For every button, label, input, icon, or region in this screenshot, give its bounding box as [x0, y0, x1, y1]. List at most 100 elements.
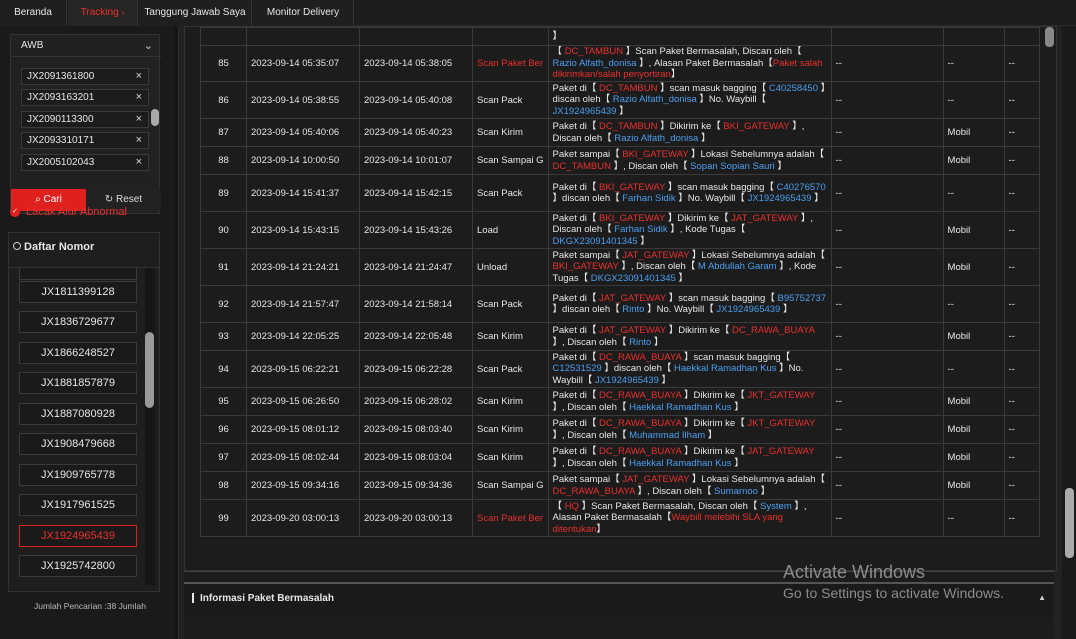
table-cell: -- — [1003, 499, 1040, 537]
page-scrollbar[interactable] — [1062, 26, 1076, 639]
checkbox-label: Lacak Alur Abnormal — [26, 206, 127, 218]
link-text[interactable]: JX1924965439 — [595, 375, 659, 386]
chip-label: JX2091361800 — [27, 71, 95, 82]
tab-monitor-delivery[interactable]: Monitor Delivery — [253, 0, 354, 26]
link-text[interactable]: Razio Alfath_donisa — [613, 94, 697, 105]
close-icon[interactable]: × — [136, 155, 142, 170]
table-row[interactable]: 89 2023-09-14 15:41:37 2023-09-14 15:42:15… — [200, 174, 1040, 212]
tracking-table-container: 】 85 2023-09-14 05:35:07 2023-09-14 05:38:0… — [184, 26, 1057, 571]
link-text[interactable]: Haekkal Ramadhan Kus — [629, 402, 731, 413]
table-scrollbar[interactable] — [1042, 27, 1056, 570]
table-row[interactable]: 94 2023-09-15 06:22:21 2023-09-15 06:22:28… — [200, 350, 1040, 388]
table-cell: -- — [942, 81, 1005, 119]
table-row[interactable]: 96 2023-09-15 08:01:12 2023-09-15 08:03:40… — [200, 415, 1040, 444]
location-text: HQ — [564, 500, 579, 512]
table-cell: Mobil — [942, 248, 1005, 286]
table-cell — [359, 27, 473, 46]
section-title: Informasi Paket Bermasalah — [192, 593, 334, 604]
close-icon[interactable]: × — [136, 90, 142, 105]
link-text[interactable]: Razio Alfath_donisa — [553, 58, 637, 69]
list-item[interactable]: JX1887080928 — [19, 403, 137, 425]
list-item-label: JX1909765778 — [40, 469, 115, 481]
link-text[interactable]: JX1924965439 — [748, 193, 812, 204]
link-text[interactable]: Razio Alfath_donisa — [614, 133, 698, 144]
number-list-scrollbar[interactable] — [145, 268, 155, 585]
chip-scrollbar[interactable] — [151, 109, 159, 126]
ket-fragment: Paket di【 — [552, 181, 600, 193]
row-number-cell: 91 — [200, 248, 247, 286]
table-row[interactable]: 85 2023-09-14 05:35:07 2023-09-14 05:38:05… — [200, 45, 1040, 82]
table-row[interactable]: 95 2023-09-15 06:26:50 2023-09-15 06:28:02… — [200, 387, 1040, 416]
row-number-cell: 99 — [200, 499, 247, 537]
ket-fragment: 】, Alasan Paket Bermasalah【 — [636, 57, 773, 69]
list-item[interactable]: JX1925742800 — [19, 555, 137, 577]
link-text[interactable]: JX1924965439 — [553, 106, 617, 117]
table-row[interactable]: 86 2023-09-14 05:38:55 2023-09-14 05:40:08… — [200, 81, 1040, 119]
list-item-selected[interactable]: JX1924965439 — [19, 525, 137, 547]
table-scroll-thumb[interactable] — [1045, 27, 1054, 47]
ket-fragment: 】 — [596, 523, 606, 535]
awb-chip: JX2090113300 × — [21, 111, 149, 128]
link-text[interactable]: Farhan Sidik — [622, 193, 675, 204]
link-text[interactable]: System — [760, 501, 792, 512]
link-text[interactable]: Rinto — [629, 337, 651, 348]
table-row[interactable]: 92 2023-09-14 21:57:47 2023-09-14 21:58:14… — [200, 285, 1040, 323]
link-text[interactable]: Farhan Sidik — [614, 224, 667, 235]
table-row[interactable]: 93 2023-09-14 22:05:25 2023-09-14 22:05:48… — [200, 322, 1040, 351]
link-text[interactable]: B95752737 — [777, 293, 826, 304]
table-row[interactable]: 87 2023-09-14 05:40:06 2023-09-14 05:40:23… — [200, 118, 1040, 147]
page-scroll-thumb[interactable] — [1065, 488, 1074, 558]
list-item[interactable]: JX1866248527 — [19, 342, 137, 364]
link-text[interactable]: Haekkal Ramadhan Kus — [629, 458, 731, 469]
close-icon[interactable]: × — [136, 69, 142, 84]
status-cell: Unload — [472, 248, 549, 286]
link-text[interactable]: JX1924965439 — [716, 304, 780, 315]
table-row[interactable]: 90 2023-09-14 15:43:15 2023-09-14 15:43:26… — [200, 211, 1040, 249]
tab-beranda[interactable]: Beranda — [0, 0, 67, 26]
link-text[interactable]: C40276570 — [777, 182, 826, 193]
table-cell: -- — [1003, 471, 1040, 500]
link-text[interactable]: Sopan Sopian Sauri — [690, 161, 775, 172]
table-row[interactable]: 88 2023-09-14 10:00:50 2023-09-14 10:01:07… — [200, 146, 1040, 175]
close-icon[interactable]: × — [136, 133, 142, 148]
table-cell — [246, 27, 360, 46]
number-list-title-text: Daftar Nomor — [24, 241, 95, 253]
table-cell: 2023-09-14 10:00:50 — [246, 146, 360, 175]
list-item[interactable]: JX1908479668 — [19, 433, 137, 455]
awb-type-select[interactable]: AWB ⌄ — [11, 35, 161, 57]
abnormal-flow-checkbox[interactable]: ✓ Lacak Alur Abnormal — [10, 206, 127, 218]
table-row: 】 — [200, 27, 1040, 46]
collapse-icon[interactable]: ▲ — [1038, 593, 1046, 602]
table-row[interactable]: 98 2023-09-15 09:34:16 2023-09-15 09:34:36… — [200, 471, 1040, 500]
ket-fragment: 】 — [675, 272, 688, 284]
description-cell: Paket di【 DC_RAWA_BUAYA 】Dikirim ke【 JKT… — [547, 415, 832, 444]
table-cell: -- — [830, 45, 944, 82]
table-cell: Mobil — [942, 443, 1005, 472]
table-row[interactable]: 97 2023-09-15 08:02:44 2023-09-15 08:03:04… — [200, 443, 1040, 472]
link-text[interactable]: Muhammad Ilham — [629, 430, 705, 441]
tab-tanggung-jawab[interactable]: Tanggung Jawab Saya — [139, 0, 252, 26]
link-text[interactable]: M Abdullah Garam — [698, 261, 777, 272]
list-item[interactable]: JX1881857879 — [19, 372, 137, 394]
link-text[interactable]: C40258450 — [769, 83, 818, 94]
close-icon[interactable]: × — [136, 112, 142, 127]
ket-fragment: Paket di【 — [552, 121, 600, 132]
ket-fragment: 】 — [780, 304, 793, 315]
link-text[interactable]: Haekkal Ramadhan Kus — [674, 363, 776, 374]
table-row[interactable]: 91 2023-09-14 21:24:21 2023-09-14 21:24:47… — [200, 248, 1040, 286]
link-text[interactable]: DKGX23091401345 — [591, 273, 676, 284]
list-item[interactable] — [19, 268, 137, 280]
list-item[interactable]: JX1909765778 — [19, 464, 137, 486]
link-text[interactable]: Rinto — [622, 304, 644, 315]
number-list-scroll-thumb[interactable] — [145, 332, 154, 408]
link-text[interactable]: Sumarnoo — [714, 486, 758, 497]
ket-fragment: 】 — [731, 457, 744, 469]
list-item[interactable]: JX1811399128 — [19, 281, 137, 303]
link-text[interactable]: C12531529 — [553, 363, 602, 374]
table-cell: Mobil — [942, 146, 1005, 175]
list-item[interactable]: JX1917961525 — [19, 494, 137, 516]
tab-tracking[interactable]: Tracking › — [68, 0, 138, 26]
link-text[interactable]: DKGX23091401345 — [553, 236, 638, 247]
list-item[interactable]: JX1836729677 — [19, 311, 137, 333]
table-row[interactable]: 99 2023-09-20 03:00:13 2023-09-20 03:00:13… — [200, 499, 1040, 537]
